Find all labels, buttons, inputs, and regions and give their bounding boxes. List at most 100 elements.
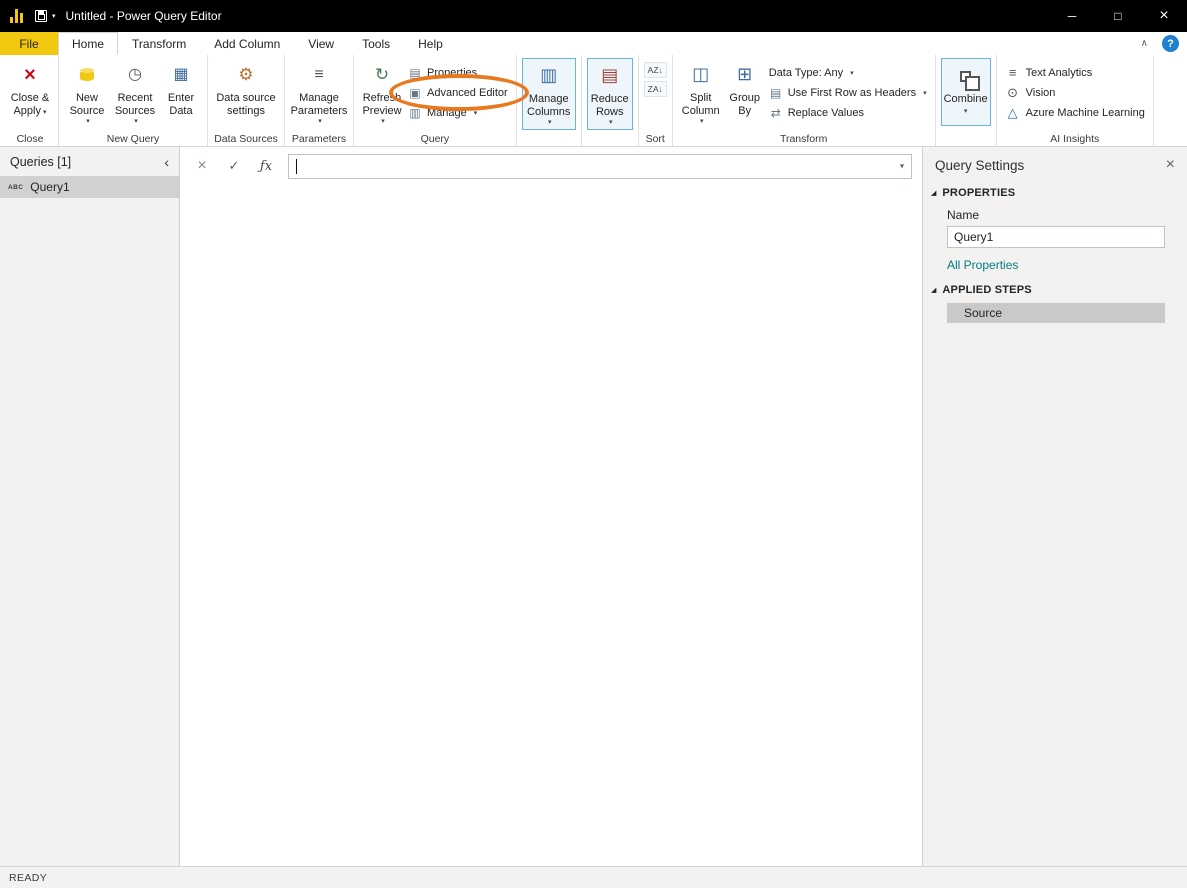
close-and-apply-button[interactable]: × Close & Apply▾ (7, 58, 53, 120)
minimize-button[interactable]: ─ (1049, 0, 1095, 32)
new-source-icon (80, 60, 94, 90)
ribbon-group-sort: AZ↓ ZA↓ Sort (639, 55, 673, 146)
close-window-button[interactable]: × (1141, 0, 1187, 32)
chevron-down-icon: ▾ (86, 118, 90, 126)
use-first-row-icon: ▤ (769, 86, 783, 100)
formula-cancel-icon[interactable]: × (186, 153, 218, 179)
ribbon-group-reduce-rows: ▤ Reduce Rows▾ (582, 55, 639, 146)
manage-button[interactable]: ▥ Manage▾ (405, 103, 511, 122)
split-column-icon: ◫ (692, 60, 709, 90)
refresh-preview-button[interactable]: ↻ Refresh Preview▾ (359, 58, 405, 128)
ribbon-group-label-sort: Sort (639, 133, 672, 145)
recent-sources-icon: ◷ (128, 60, 142, 90)
text-analytics-button[interactable]: ≡ Text Analytics (1002, 63, 1148, 82)
replace-values-button[interactable]: ⇄ Replace Values (766, 103, 930, 122)
ribbon: × Close & Apply▾ Close New Source▾ ◷ Rec… (0, 55, 1187, 147)
quick-access-chevron-icon[interactable]: ▾ (52, 12, 56, 20)
powerbi-logo-icon (10, 9, 26, 23)
replace-values-icon: ⇄ (769, 106, 783, 120)
formula-input[interactable]: ▾ (288, 154, 912, 179)
text-analytics-icon: ≡ (1005, 65, 1021, 80)
applied-step-label: Source (964, 306, 1002, 320)
collapse-queries-pane-icon[interactable]: ‹ (164, 155, 169, 169)
properties-section-header[interactable]: ◢ PROPERTIES (923, 179, 1187, 206)
ribbon-group-parameters: ≡ Manage Parameters▾ Parameters (285, 55, 354, 146)
enter-data-icon: ▦ (173, 60, 188, 90)
group-by-button[interactable]: ⊞ Group By (724, 58, 766, 120)
tab-tools[interactable]: Tools (348, 32, 404, 55)
ribbon-group-manage-columns: ▥ Manage Columns▾ (517, 55, 582, 146)
reduce-rows-icon: ▤ (601, 61, 618, 91)
preview-canvas[interactable] (180, 185, 922, 866)
transform-small-buttons: Data Type: Any▾ ▤ Use First Row as Heade… (766, 58, 930, 122)
sort-ascending-icon[interactable]: AZ↓ (644, 62, 667, 78)
close-pane-icon[interactable]: × (1166, 157, 1175, 173)
queries-pane-title: Queries [1] (10, 155, 71, 169)
tab-add-column[interactable]: Add Column (200, 32, 294, 55)
close-and-apply-label: Close & Apply▾ (10, 92, 50, 118)
chevron-down-icon: ▾ (474, 109, 478, 117)
manage-icon: ▥ (408, 106, 422, 120)
query-settings-title: Query Settings (935, 158, 1024, 173)
tab-help[interactable]: Help (404, 32, 457, 55)
recent-sources-button[interactable]: ◷ Recent Sources▾ (110, 58, 160, 128)
new-source-button[interactable]: New Source▾ (64, 58, 110, 128)
enter-data-button[interactable]: ▦ Enter Data (160, 58, 202, 120)
ribbon-group-label-parameters: Parameters (285, 133, 353, 145)
chevron-down-icon: ▾ (134, 118, 138, 126)
collapse-ribbon-icon[interactable]: ∧ (1141, 38, 1148, 49)
editor-center: × ✓ ƒx ▾ (180, 147, 922, 866)
properties-button[interactable]: ▤ Properties (405, 63, 511, 82)
manage-columns-button[interactable]: ▥ Manage Columns▾ (522, 58, 576, 130)
chevron-down-icon: ▾ (381, 118, 385, 126)
use-first-row-as-headers-button[interactable]: ▤ Use First Row as Headers▾ (766, 83, 930, 102)
split-column-button[interactable]: ◫ Split Column▾ (678, 58, 724, 128)
query-list-item[interactable]: ABC Query1 (0, 176, 179, 198)
save-icon[interactable] (35, 10, 47, 22)
text-type-abc-icon: ABC (8, 184, 23, 191)
manage-columns-icon: ▥ (540, 61, 557, 91)
chevron-down-icon: ▾ (318, 118, 322, 126)
ribbon-group-combine: Combine ▾ (936, 55, 997, 146)
chevron-down-icon: ▾ (964, 108, 968, 116)
all-properties-link[interactable]: All Properties (947, 258, 1018, 272)
gear-icon: ⚙ (238, 60, 253, 90)
tab-home[interactable]: Home (58, 32, 118, 55)
query-name-input[interactable] (947, 226, 1165, 248)
azure-machine-learning-button[interactable]: △ Azure Machine Learning (1002, 103, 1148, 122)
chevron-down-icon: ▾ (43, 109, 47, 116)
title-bar: ▾ Untitled - Power Query Editor ─ □ × (0, 0, 1187, 32)
maximize-button[interactable]: □ (1095, 0, 1141, 32)
sort-descending-icon[interactable]: ZA↓ (644, 81, 667, 97)
tab-transform[interactable]: Transform (118, 32, 200, 55)
combine-icon (960, 61, 971, 91)
queries-pane-header: Queries [1] ‹ (0, 147, 179, 176)
reduce-rows-button[interactable]: ▤ Reduce Rows▾ (587, 58, 633, 130)
ribbon-group-label-transform: Transform (673, 133, 935, 145)
ribbon-group-close: × Close & Apply▾ Close (2, 55, 59, 146)
main-area: Queries [1] ‹ ABC Query1 × ✓ ƒx ▾ Query … (0, 147, 1187, 866)
combine-button[interactable]: Combine ▾ (941, 58, 991, 126)
text-cursor (296, 159, 297, 174)
applied-steps-section-title: APPLIED STEPS (942, 284, 1031, 296)
data-type-button[interactable]: Data Type: Any▾ (766, 63, 930, 82)
ribbon-group-data-sources: ⚙ Data source settings Data Sources (208, 55, 285, 146)
tab-file[interactable]: File (0, 32, 58, 55)
group-by-icon: ⊞ (737, 60, 752, 90)
formula-expand-chevron-icon[interactable]: ▾ (900, 162, 904, 171)
applied-step-item[interactable]: Source (947, 303, 1165, 323)
ribbon-group-new-query: New Source▾ ◷ Recent Sources▾ ▦ Enter Da… (59, 55, 208, 146)
tab-view[interactable]: View (294, 32, 348, 55)
vision-button[interactable]: ⊙ Vision (1002, 83, 1148, 102)
vision-eye-icon: ⊙ (1005, 85, 1021, 101)
formula-fx-icon[interactable]: ƒx (250, 153, 282, 179)
query-item-label: Query1 (30, 180, 69, 194)
applied-steps-section-header[interactable]: ◢ APPLIED STEPS (923, 276, 1187, 303)
advanced-editor-button[interactable]: ▣ Advanced Editor (405, 83, 511, 102)
window-title: Untitled - Power Query Editor (66, 9, 222, 23)
data-source-settings-button[interactable]: ⚙ Data source settings (213, 58, 279, 120)
manage-parameters-button[interactable]: ≡ Manage Parameters▾ (290, 58, 348, 128)
help-icon[interactable]: ? (1162, 35, 1179, 52)
formula-commit-icon[interactable]: ✓ (218, 153, 250, 179)
ribbon-group-label-new-query: New Query (59, 133, 207, 145)
